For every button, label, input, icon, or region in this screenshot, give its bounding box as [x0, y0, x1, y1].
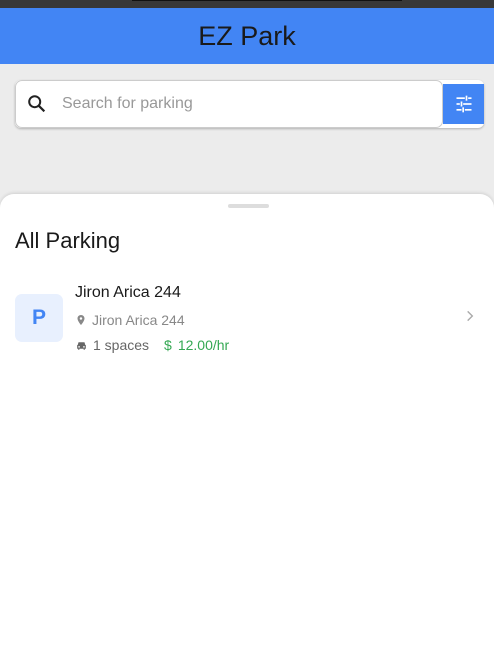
search-icon	[28, 95, 46, 113]
app-bar: EZ Park	[0, 8, 494, 64]
search-field[interactable]	[15, 80, 443, 128]
parking-meta: 1 spaces $ 12.00/hr	[75, 337, 229, 353]
drag-handle[interactable]	[228, 204, 269, 208]
chevron-right-icon	[467, 310, 474, 322]
bottom-sheet: All Parking P Jiron Arica 244 Jiron Aric…	[0, 194, 494, 654]
parking-address: Jiron Arica 244	[75, 312, 185, 328]
status-bar	[0, 0, 494, 8]
tune-icon	[456, 95, 471, 113]
section-title: All Parking	[15, 228, 121, 253]
address-text: Jiron Arica 244	[92, 312, 185, 328]
search-bar	[15, 80, 484, 128]
price-text: 12.00/hr	[177, 337, 230, 353]
search-input[interactable]	[62, 95, 402, 113]
filter-button[interactable]	[443, 84, 484, 124]
car-icon	[77, 341, 86, 350]
spaces-count: 1 spaces	[93, 337, 150, 353]
location-pin-icon	[77, 315, 85, 325]
dollar-icon: $	[164, 337, 172, 353]
price: $ 12.00/hr	[164, 337, 229, 353]
parking-list-item[interactable]: P Jiron Arica 244 Jiron Arica 244 1 spac…	[0, 276, 494, 353]
parking-name: Jiron Arica 244	[75, 284, 181, 301]
notch	[132, 0, 402, 1]
parking-icon: P	[15, 294, 63, 342]
app-title: EZ Park	[198, 20, 296, 51]
